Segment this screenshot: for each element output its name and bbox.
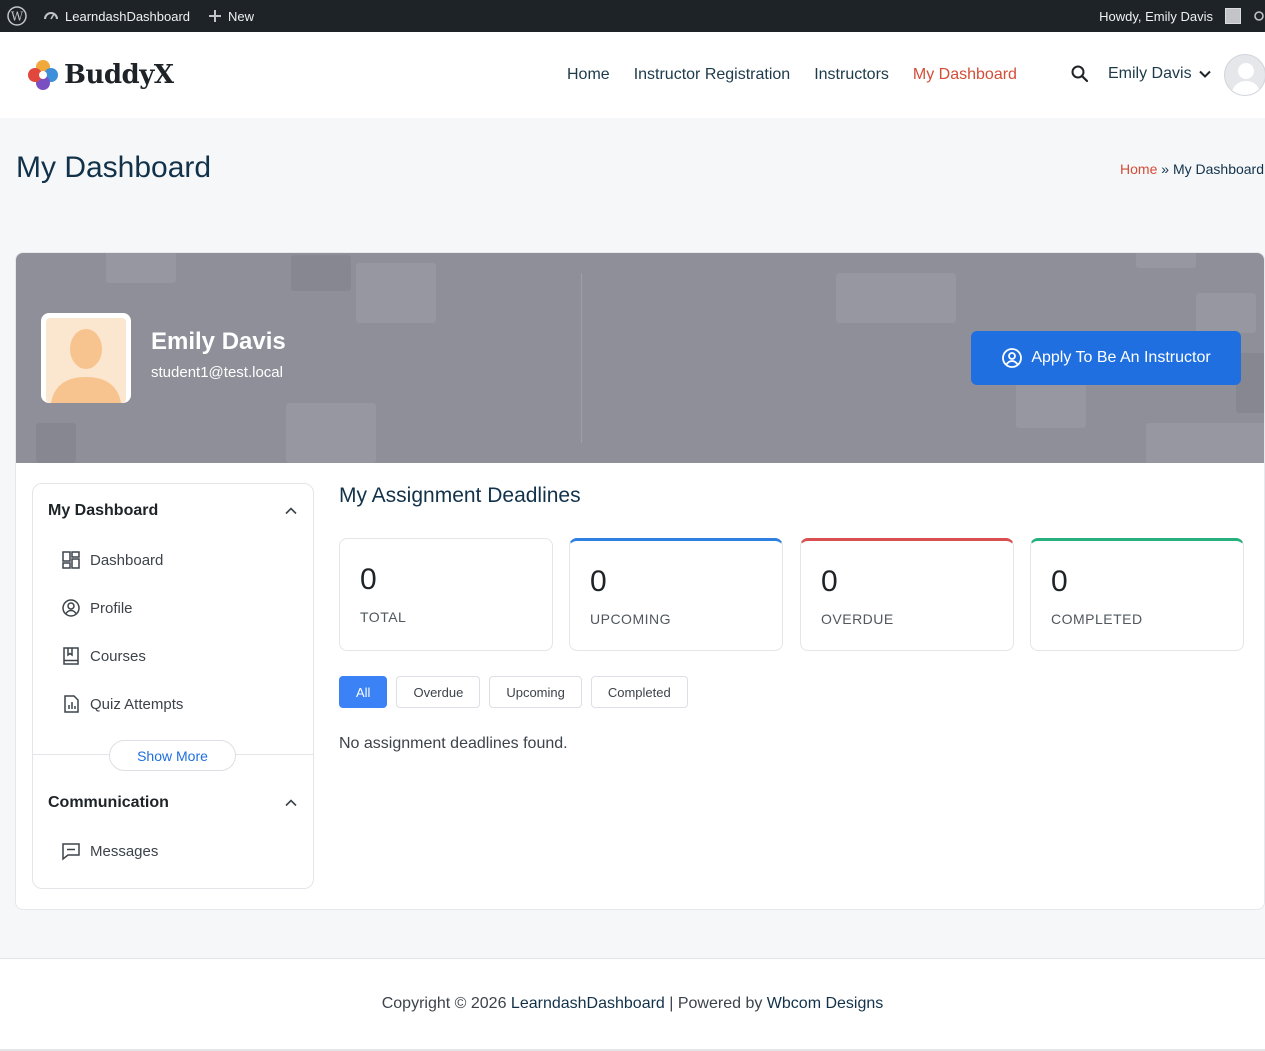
admin-bar-new[interactable]: New xyxy=(199,0,263,32)
deadlines-title: My Assignment Deadlines xyxy=(339,484,581,507)
sidebar-item-messages[interactable]: Messages xyxy=(61,841,158,861)
apply-instructor-label: Apply To Be An Instructor xyxy=(1031,349,1211,366)
sidebar-item-label: Messages xyxy=(90,842,159,860)
dashboard-sidebar: My Dashboard Dashboard Profile Courses Q… xyxy=(32,483,314,889)
user-circle-icon xyxy=(1002,348,1023,368)
breadcrumb: Home » My Dashboard xyxy=(1120,161,1264,177)
nav-instructors[interactable]: Instructors xyxy=(814,66,889,84)
sidebar-item-quiz-attempts[interactable]: Quiz Attempts xyxy=(61,694,183,714)
sidebar-item-label: Quiz Attempts xyxy=(90,695,184,713)
stat-label: TOTAL xyxy=(360,609,407,625)
sidebar-item-profile[interactable]: Profile xyxy=(61,598,133,618)
filter-completed-button[interactable]: Completed xyxy=(590,676,688,708)
stat-card-total: 0 TOTAL xyxy=(339,538,553,651)
stat-label: UPCOMING xyxy=(590,611,671,627)
sidebar-item-label: Courses xyxy=(90,647,146,665)
sidebar-item-courses[interactable]: Courses xyxy=(61,646,146,666)
breadcrumb-separator: » xyxy=(1161,161,1170,177)
svg-text:W: W xyxy=(11,10,24,24)
dashboard-icon xyxy=(62,551,80,569)
breadcrumb-home[interactable]: Home xyxy=(1120,161,1157,177)
stat-card-overdue: 0 OVERDUE xyxy=(800,538,1014,651)
chevron-up-icon[interactable] xyxy=(284,504,298,518)
footer-middle: | Powered by xyxy=(664,995,767,1012)
filter-upcoming-button[interactable]: Upcoming xyxy=(489,676,582,708)
sidebar-section-communication[interactable]: Communication xyxy=(48,794,169,812)
logo-text: BuddyX xyxy=(64,60,174,90)
wordpress-logo-icon[interactable]: W xyxy=(0,0,34,32)
user-menu[interactable]: Emily Davis xyxy=(1108,65,1212,83)
admin-bar-avatar xyxy=(1225,8,1241,24)
stat-value: 0 xyxy=(1051,565,1068,598)
stat-label: OVERDUE xyxy=(821,611,894,627)
chart-file-icon xyxy=(64,695,79,713)
search-icon[interactable] xyxy=(1070,64,1090,89)
admin-bar-site[interactable]: LearndashDashboard xyxy=(34,0,199,32)
dashboard-gauge-icon xyxy=(44,12,58,20)
sidebar-item-label: Dashboard xyxy=(90,551,164,569)
stat-value: 0 xyxy=(590,565,607,598)
stat-label: COMPLETED xyxy=(1051,611,1143,627)
user-menu-name: Emily Davis xyxy=(1108,65,1192,82)
chevron-down-icon xyxy=(1198,70,1211,78)
sidebar-item-label: Profile xyxy=(90,599,133,617)
footer-prefix: Copyright © 2026 xyxy=(381,995,511,1012)
admin-bar: W LearndashDashboard New Howdy, Emily Da… xyxy=(0,0,1265,32)
nav-home[interactable]: Home xyxy=(567,66,610,84)
profile-avatar[interactable] xyxy=(41,313,131,403)
stat-value: 0 xyxy=(821,565,838,598)
admin-bar-search-icon[interactable] xyxy=(1241,0,1265,32)
show-more-button[interactable]: Show More xyxy=(109,740,236,771)
breadcrumb-current: My Dashboard xyxy=(1172,161,1264,177)
stat-card-upcoming: 0 UPCOMING xyxy=(569,538,783,651)
site-logo[interactable]: BuddyX xyxy=(26,58,174,92)
page-title: My Dashboard xyxy=(16,151,212,184)
chevron-up-icon[interactable] xyxy=(284,796,298,810)
howdy-text: Howdy, Emily Davis xyxy=(1099,8,1213,24)
book-icon xyxy=(63,647,79,665)
empty-deadlines-message: No assignment deadlines found. xyxy=(339,735,568,752)
footer-copyright: Copyright © 2026 LearndashDashboard | Po… xyxy=(0,995,1265,1013)
admin-bar-site-name: LearndashDashboard xyxy=(65,8,191,24)
nav-my-dashboard[interactable]: My Dashboard xyxy=(913,66,1017,84)
main-nav: Home Instructor Registration Instructors… xyxy=(567,32,1017,118)
footer-powered-link[interactable]: Wbcom Designs xyxy=(767,995,883,1012)
sidebar-item-dashboard[interactable]: Dashboard xyxy=(61,550,163,570)
apply-instructor-button[interactable]: Apply To Be An Instructor xyxy=(971,331,1241,385)
buddyx-logo-icon xyxy=(28,60,58,90)
site-header: BuddyX Home Instructor Registration Inst… xyxy=(0,32,1265,118)
plus-icon xyxy=(209,10,222,22)
site-footer: Copyright © 2026 LearndashDashboard | Po… xyxy=(0,958,1265,1051)
admin-bar-new-label: New xyxy=(228,8,255,24)
page-title-band: My Dashboard Home » My Dashboard xyxy=(0,118,1265,220)
admin-bar-account[interactable]: Howdy, Emily Davis xyxy=(1090,0,1241,32)
dashboard-card: Emily Davis student1@test.local Apply To… xyxy=(15,252,1265,910)
header-avatar[interactable] xyxy=(1224,54,1265,96)
user-circle-icon xyxy=(62,599,80,617)
profile-email: student1@test.local xyxy=(151,364,283,381)
message-icon xyxy=(62,843,80,861)
filter-all-button[interactable]: All xyxy=(339,676,388,708)
deadline-filters: All Overdue Upcoming Completed xyxy=(339,676,688,708)
profile-name: Emily Davis xyxy=(151,328,286,355)
filter-overdue-button[interactable]: Overdue xyxy=(396,676,481,708)
sidebar-section-my-dashboard[interactable]: My Dashboard xyxy=(48,502,158,520)
stat-card-completed: 0 COMPLETED xyxy=(1030,538,1244,651)
nav-instructor-registration[interactable]: Instructor Registration xyxy=(634,66,791,84)
footer-site-link[interactable]: LearndashDashboard xyxy=(511,995,665,1012)
stat-value: 0 xyxy=(360,563,377,596)
